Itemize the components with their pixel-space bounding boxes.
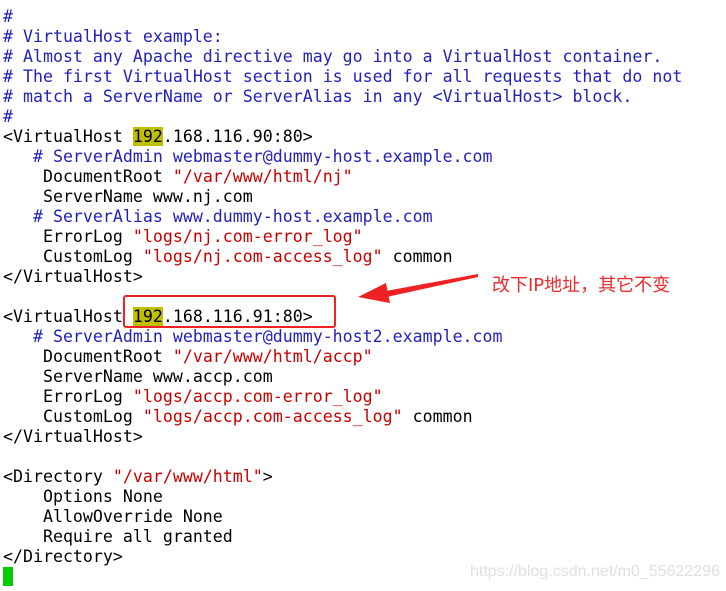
code-token: <VirtualHost bbox=[3, 127, 133, 146]
code-token: > bbox=[262, 467, 273, 486]
text-cursor bbox=[3, 567, 13, 586]
search-highlight: 192 bbox=[132, 127, 163, 146]
code-token: ServerName www.accp.com bbox=[3, 367, 273, 386]
editor-line: # Almost any Apache directive may go int… bbox=[3, 47, 682, 67]
code-token: DocumentRoot bbox=[3, 347, 173, 366]
code-token: "logs/nj.com-error_log" bbox=[132, 227, 363, 246]
editor-line: CustomLog "logs/nj.com-access_log" commo… bbox=[3, 247, 682, 267]
code-token: # ServerAlias www.dummy-host.example.com bbox=[3, 207, 433, 226]
code-token: "/var/www/html/nj" bbox=[172, 167, 353, 186]
code-token: <VirtualHost bbox=[3, 307, 133, 326]
editor-line: CustomLog "logs/accp.com-access_log" com… bbox=[3, 407, 682, 427]
editor-line: <VirtualHost 192.168.116.91:80> bbox=[3, 307, 682, 327]
editor-line: # VirtualHost example: bbox=[3, 27, 682, 47]
editor-line: ErrorLog "logs/nj.com-error_log" bbox=[3, 227, 682, 247]
code-token: # bbox=[3, 7, 13, 26]
code-token: AllowOverride None bbox=[3, 507, 223, 526]
code-token: common bbox=[382, 247, 453, 266]
code-token: # match a ServerName or ServerAlias in a… bbox=[3, 87, 633, 106]
editor-line: # bbox=[3, 7, 682, 27]
editor-line: ServerName www.nj.com bbox=[3, 187, 682, 207]
code-token: </VirtualHost> bbox=[3, 267, 143, 286]
code-token: </Directory> bbox=[3, 547, 123, 566]
code-token: ServerName www.nj.com bbox=[3, 187, 253, 206]
code-token: CustomLog bbox=[3, 407, 143, 426]
editor-line: <Directory "/var/www/html"> bbox=[3, 467, 682, 487]
code-token: .168.116.90:80> bbox=[162, 127, 313, 146]
editor-line: Require all granted bbox=[3, 527, 682, 547]
editor-line: DocumentRoot "/var/www/html/accp" bbox=[3, 347, 682, 367]
editor-line: # ServerAdmin webmaster@dummy-host.examp… bbox=[3, 147, 682, 167]
editor-line: # The first VirtualHost section is used … bbox=[3, 67, 682, 87]
code-token: "logs/accp.com-access_log" bbox=[142, 407, 403, 426]
code-token: # VirtualHost example: bbox=[3, 27, 223, 46]
code-token: CustomLog bbox=[3, 247, 143, 266]
code-token: common bbox=[402, 407, 473, 426]
editor-line: # ServerAlias www.dummy-host.example.com bbox=[3, 207, 682, 227]
editor-line: </VirtualHost> bbox=[3, 427, 682, 447]
code-token: <Directory bbox=[3, 467, 113, 486]
code-token: "/var/www/html" bbox=[112, 467, 263, 486]
editor-line: DocumentRoot "/var/www/html/nj" bbox=[3, 167, 682, 187]
code-token: DocumentRoot bbox=[3, 167, 173, 186]
code-token: # ServerAdmin webmaster@dummy-host2.exam… bbox=[3, 327, 503, 346]
editor-line: AllowOverride None bbox=[3, 507, 682, 527]
editor-line: # match a ServerName or ServerAlias in a… bbox=[3, 87, 682, 107]
annotation-note: 改下IP地址，其它不变 bbox=[492, 275, 671, 296]
code-token: "logs/accp.com-error_log" bbox=[132, 387, 383, 406]
code-token: </VirtualHost> bbox=[3, 427, 143, 446]
annotation-arrow-icon bbox=[358, 274, 478, 303]
editor-line: # ServerAdmin webmaster@dummy-host2.exam… bbox=[3, 327, 682, 347]
code-token: "logs/nj.com-access_log" bbox=[142, 247, 383, 266]
editor-line: ErrorLog "logs/accp.com-error_log" bbox=[3, 387, 682, 407]
annotation-highlight-box bbox=[123, 295, 336, 328]
editor-line: ServerName www.accp.com bbox=[3, 367, 682, 387]
vim-editor[interactable]: # # VirtualHost example: # Almost any Apac… bbox=[3, 7, 682, 587]
editor-line: # bbox=[3, 107, 682, 127]
code-token: # bbox=[3, 107, 13, 126]
code-token: ErrorLog bbox=[3, 387, 133, 406]
code-token: # Almost any Apache directive may go int… bbox=[3, 47, 663, 66]
code-token: # ServerAdmin webmaster@dummy-host.examp… bbox=[3, 147, 493, 166]
code-token: Require all granted bbox=[3, 527, 233, 546]
code-token: # The first VirtualHost section is used … bbox=[3, 67, 683, 86]
editor-line: <VirtualHost 192.168.116.90:80> bbox=[3, 127, 682, 147]
code-token: "/var/www/html/accp" bbox=[172, 347, 373, 366]
code-token: Options None bbox=[3, 487, 163, 506]
editor-line: Options None bbox=[3, 487, 682, 507]
code-token: ErrorLog bbox=[3, 227, 133, 246]
watermark: https://blog.csdn.net/m0_55622296 bbox=[470, 563, 720, 580]
